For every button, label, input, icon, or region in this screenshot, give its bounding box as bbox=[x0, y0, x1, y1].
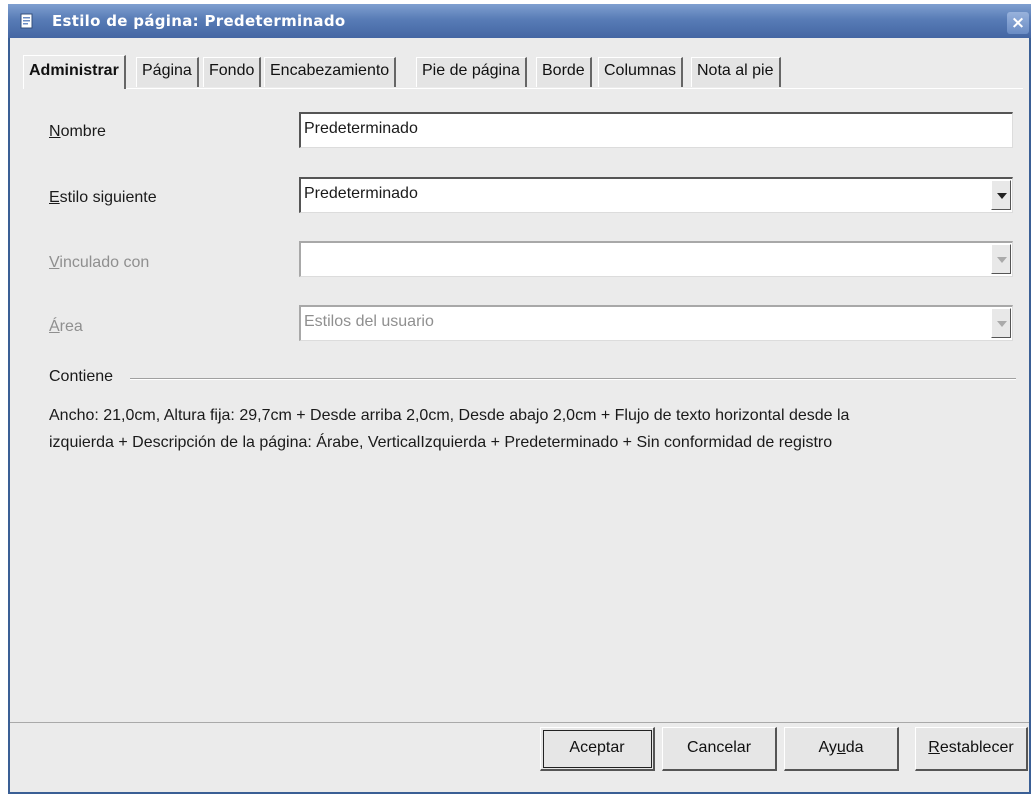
name-input[interactable]: Predeterminado bbox=[299, 112, 1013, 148]
contains-label: Contiene bbox=[49, 368, 120, 386]
tab-pagina[interactable]: Página bbox=[136, 57, 199, 87]
contains-description: Ancho: 21,0cm, Altura fija: 29,7cm + Des… bbox=[49, 402, 959, 456]
tab-encabezamiento[interactable]: Encabezamiento bbox=[264, 57, 397, 87]
button-bar-separator bbox=[10, 722, 1029, 723]
tab-pie-de-pagina[interactable]: Pie de página bbox=[416, 57, 527, 87]
help-button[interactable]: Ayuda bbox=[784, 727, 899, 771]
tab-nota-al-pie[interactable]: Nota al pie bbox=[691, 57, 781, 87]
next-style-select[interactable]: Predeterminado bbox=[299, 177, 1013, 213]
chevron-down-icon[interactable] bbox=[991, 244, 1011, 274]
contains-separator bbox=[130, 378, 1016, 380]
area-select[interactable]: Estilos del usuario bbox=[299, 305, 1013, 341]
title-bar[interactable]: Estilo de página: Predeterminado × bbox=[8, 4, 1031, 38]
linked-with-select[interactable] bbox=[299, 241, 1013, 277]
tab-borde[interactable]: Borde bbox=[536, 57, 592, 87]
page-style-dialog: Estilo de página: Predeterminado × Admin… bbox=[8, 4, 1031, 794]
contains-line-2: izquierda + Descripción de la página: Ár… bbox=[49, 434, 833, 451]
next-style-label: Estilo siguiente bbox=[49, 189, 157, 206]
cancel-button[interactable]: Cancelar bbox=[662, 727, 777, 771]
linked-with-label: Vinculado con bbox=[49, 254, 150, 271]
tab-fondo[interactable]: Fondo bbox=[203, 57, 262, 87]
name-label: Nombre bbox=[49, 123, 106, 140]
tab-divider bbox=[23, 88, 1023, 89]
close-icon[interactable]: × bbox=[1007, 12, 1029, 34]
chevron-down-icon[interactable] bbox=[991, 180, 1011, 210]
contains-line-1: Ancho: 21,0cm, Altura fija: 29,7cm + Des… bbox=[49, 407, 850, 424]
area-label: Área bbox=[49, 318, 83, 335]
tab-columnas[interactable]: Columnas bbox=[598, 57, 684, 87]
reset-button[interactable]: Restablecer bbox=[915, 727, 1028, 771]
area-value: Estilos del usuario bbox=[304, 313, 434, 330]
next-style-value: Predeterminado bbox=[304, 185, 418, 202]
tab-administrar[interactable]: Administrar bbox=[23, 55, 126, 89]
chevron-down-icon[interactable] bbox=[991, 308, 1011, 338]
ok-button[interactable]: Aceptar bbox=[540, 727, 655, 771]
window-title: Estilo de página: Predeterminado bbox=[52, 12, 346, 30]
page-style-icon bbox=[20, 13, 33, 29]
